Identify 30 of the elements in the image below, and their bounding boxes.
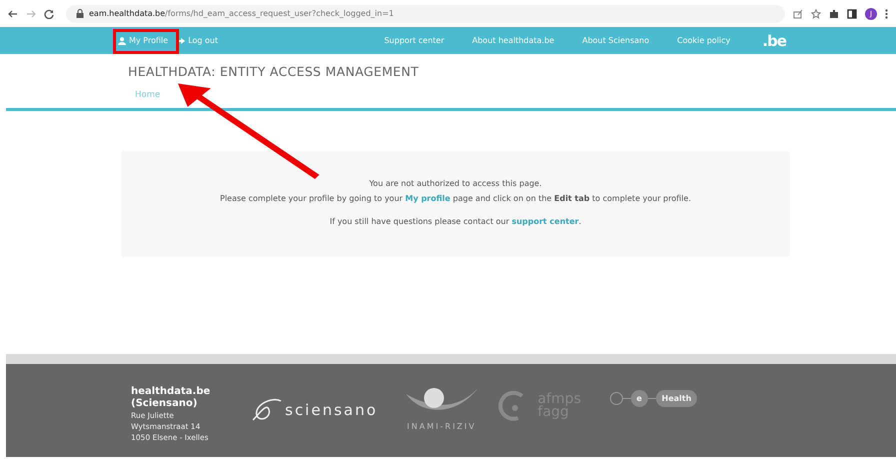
url-text: eam.healthdata.be/forms/hd_eam_access_request_user?check_logged_in=1 [89, 9, 394, 18]
breadcrumb-link[interactable]: Home [135, 90, 896, 100]
star-icon[interactable] [811, 8, 821, 18]
reload-icon[interactable] [44, 8, 54, 18]
organization-name: healthdata.be (Sciensano) [131, 386, 212, 410]
be-logo[interactable]: .be [762, 32, 786, 50]
my-profile-link[interactable]: My Profile [118, 36, 168, 45]
message-text: If you still have questions please contact our support center. [328, 217, 582, 226]
back-icon[interactable] [8, 10, 18, 18]
nav-link[interactable]: Cookie policy [677, 36, 730, 45]
arrow-right-icon [178, 36, 186, 44]
user-icon [118, 36, 126, 44]
address-bar[interactable]: eam.healthdata.be/forms/hd_eam_access_request_user?check_logged_in=1 [66, 4, 785, 22]
nav-link[interactable]: Support center [384, 36, 444, 45]
support-center-link[interactable]: support center [512, 217, 579, 226]
lock-icon [76, 9, 84, 18]
page-title: HEALTHDATA: ENTITY ACCESS MANAGEMENT [128, 64, 420, 79]
message-text: You are not authorized to access this page. [368, 179, 543, 188]
menu-icon[interactable] [885, 8, 888, 18]
ehealth-logo[interactable]: e Health [610, 390, 698, 407]
sidebar-icon[interactable] [847, 8, 857, 18]
sciensano-logo[interactable]: sciensano [251, 398, 378, 422]
nav-link[interactable]: About healthdata.be [472, 36, 554, 45]
message-text: Please complete your profile by going to your My profile page and click on on the Edit tab to complete your profile. [219, 194, 692, 203]
highlight-frame [113, 29, 179, 54]
inami-logo[interactable]: INAMI-RIZIV [402, 386, 482, 431]
nav-link[interactable]: About Sciensano [582, 36, 650, 45]
share-icon[interactable] [793, 8, 803, 18]
my-profile-link[interactable]: My profile [405, 194, 450, 203]
logout-link[interactable]: Log out [178, 36, 218, 45]
